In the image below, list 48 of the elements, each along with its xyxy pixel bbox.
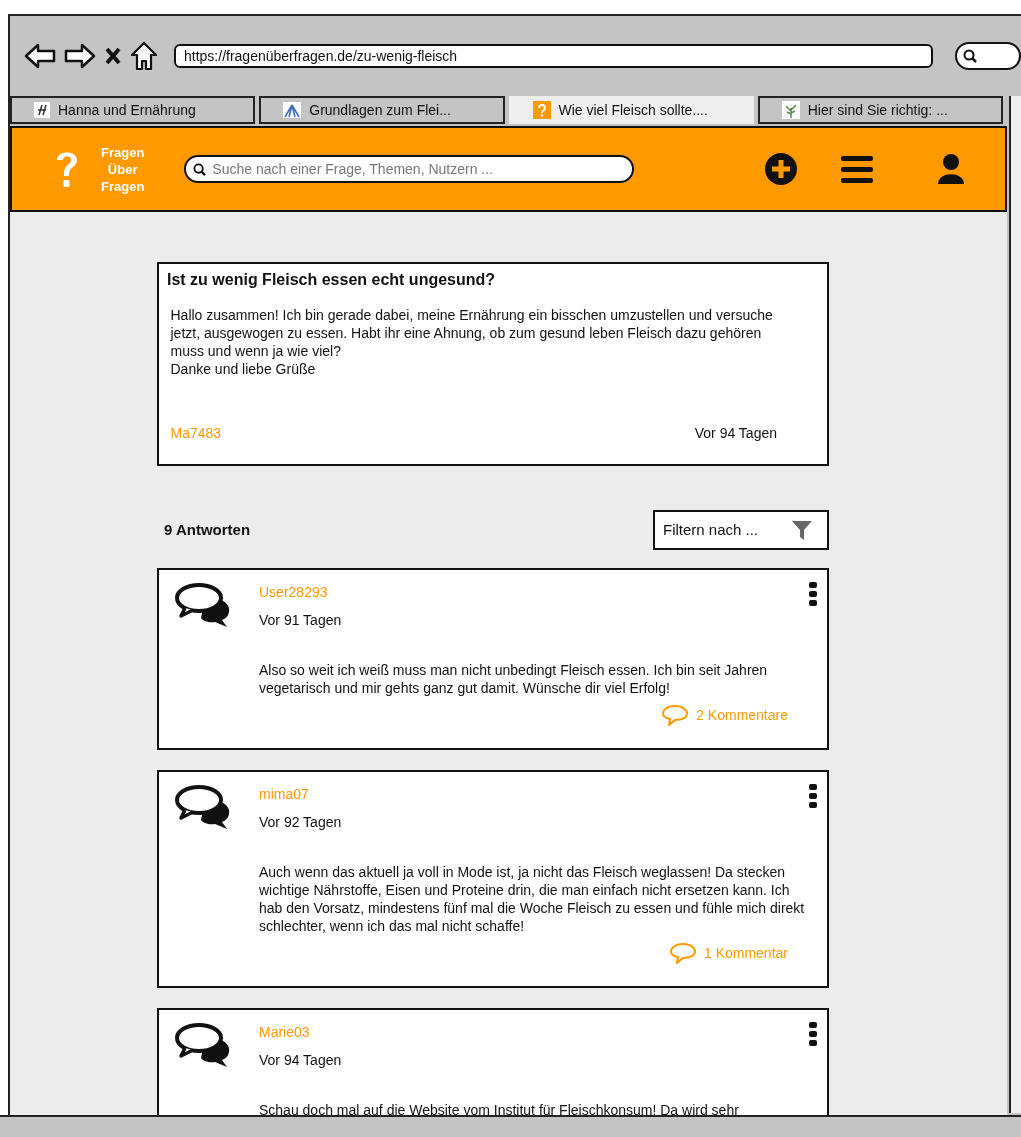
forward-icon[interactable]	[64, 42, 96, 70]
logo-text: Fragen	[101, 143, 145, 161]
answers-count: 9 Antworten	[163, 519, 251, 540]
emblem-icon	[283, 102, 302, 118]
browser-tab[interactable]: Grundlagen zum Flei...	[259, 96, 505, 124]
tab-title: Wie viel Fleisch sollte....	[558, 100, 708, 120]
logo-text: Über	[106, 160, 139, 178]
menu-icon[interactable]	[840, 154, 874, 184]
tab-title: Hier sind Sie richtig: ...	[807, 100, 948, 120]
question-text: Hallo zusammen! Ich bin gerade dabei, meine Ernährung ein bisschen umzustellen und versuche jetzt, ausgewogen zu essen. Habt ihr eine Ahnung, ob zum gesund leben Fleisch dazu gehören muss und wenn ja wie viel? Danke und liebe Grüße	[169, 306, 774, 379]
search-icon	[193, 163, 207, 176]
home-icon[interactable]	[130, 41, 158, 71]
question-icon	[532, 101, 551, 119]
browser-tab[interactable]: Hanna und Ernährung	[10, 96, 256, 124]
comment-icon	[668, 942, 697, 964]
search-icon	[963, 49, 977, 63]
filter-icon	[791, 519, 813, 541]
post-time: Vor 94 Tagen	[259, 1051, 343, 1070]
browser-tab[interactable]: Hier sind Sie richtig: ...	[757, 96, 1003, 124]
tab-title: Hanna und Ernährung	[58, 100, 196, 120]
browser-search-field[interactable]	[955, 42, 1021, 70]
tab-title: Grundlagen zum Flei...	[309, 100, 451, 120]
post-time: Vor 92 Tagen	[259, 813, 343, 832]
speech-bubbles-icon	[175, 1022, 231, 1068]
question-title: Ist zu wenig Fleisch essen echt ungesund?	[167, 270, 497, 290]
plant-icon	[781, 101, 800, 119]
answer-text: Schau doch mal auf die Website vom Institut für Fleischkonsum! Da wird sehr	[259, 1101, 740, 1119]
add-icon[interactable]	[764, 152, 798, 186]
search-field[interactable]: Suche nach einer Frage, Themen, Nutzern ...	[184, 155, 635, 183]
answer-text: Also so weit ich weiß muss man nicht unbedingt Fleisch essen. Ich bin seit Jahren vegetarisch und mir gehts ganz gut damit. Wünsche dir viel Erfolg!	[259, 661, 769, 697]
address-bar[interactable]: https://fragenüberfragen.de/zu-wenig-fleisch	[174, 44, 933, 68]
filter-dropdown[interactable]: Filtern nach ...	[653, 510, 829, 550]
post-time: Vor 94 Tagen	[694, 424, 777, 443]
more-icon[interactable]	[809, 1022, 817, 1046]
user-icon[interactable]	[937, 153, 965, 185]
back-icon[interactable]	[24, 42, 56, 70]
more-icon[interactable]	[809, 784, 817, 808]
logo-text: Fragen	[101, 177, 145, 195]
speech-bubbles-icon	[175, 582, 231, 628]
comment-icon	[661, 704, 690, 726]
more-icon[interactable]	[809, 582, 817, 606]
browser-tab[interactable]: Wie viel Fleisch sollte....	[508, 96, 754, 124]
close-icon[interactable]	[104, 46, 122, 66]
speech-bubbles-icon	[175, 784, 231, 830]
post-time: Vor 91 Tagen	[259, 611, 343, 630]
letter-icon	[34, 102, 50, 118]
answer-text: Auch wenn das aktuell ja voll in Mode ist, ja nicht das Fleisch weglassen! Da stecken wichtige Nährstoffe, Eisen und Proteine drin, die man einfach nicht ersetzen kann. Ich hab den Vorsatz, mindestens fünf mal die Woche Fleisch zu essen und fühle mich direkt schlechter, wenn ich das mal nicht schaffe!	[259, 863, 806, 935]
scrollbar[interactable]	[1009, 96, 1021, 1113]
